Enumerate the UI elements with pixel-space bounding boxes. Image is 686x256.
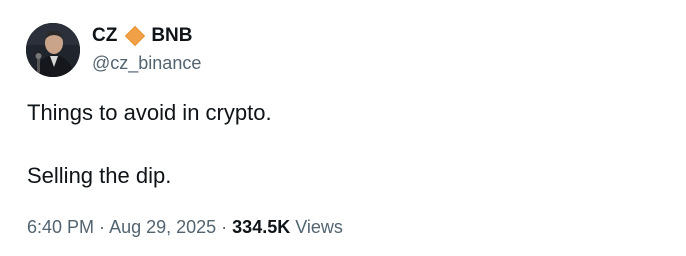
tweet-time[interactable]: 6:40 PM: [27, 217, 94, 237]
orange-diamond-icon: [124, 25, 146, 47]
tweet-meta: 6:40 PM · Aug 29, 2025 · 334.5K Views: [27, 214, 343, 240]
avatar[interactable]: [26, 23, 80, 77]
views-label: Views: [290, 217, 343, 237]
display-name-second[interactable]: BNB: [151, 24, 192, 48]
meta-separator: ·: [216, 217, 233, 237]
author-name-row[interactable]: CZ BNB: [92, 24, 193, 48]
tweet-date[interactable]: Aug 29, 2025: [109, 217, 216, 237]
author-handle[interactable]: @cz_binance: [92, 51, 201, 75]
tweet-text-line-1: Things to avoid in crypto.: [27, 100, 272, 125]
views-count: 334.5K: [232, 217, 291, 237]
display-name-first[interactable]: CZ: [92, 24, 117, 48]
tweet-text-line-2: Selling the dip.: [27, 163, 172, 188]
profile-photo-icon: [26, 23, 80, 77]
meta-separator: ·: [94, 217, 110, 237]
tweet-card: CZ BNB @cz_binance Things to avoid in cr…: [0, 0, 686, 256]
